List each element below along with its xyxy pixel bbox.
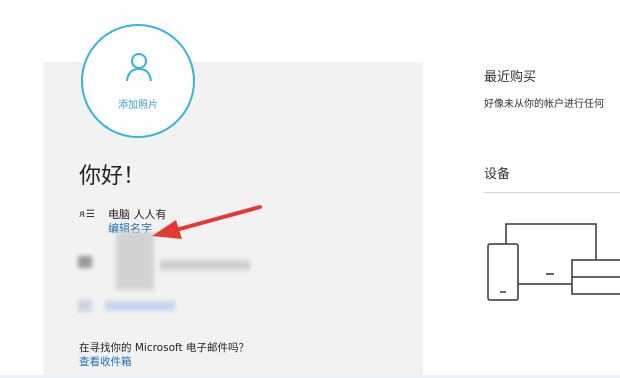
redacted-text [160, 260, 250, 270]
recent-purchases-title: 最近购买 [484, 70, 537, 85]
greeting-heading: 你好！ [79, 164, 146, 189]
section-divider [484, 192, 620, 193]
email-prompt: 在寻找你的 Microsoft 电子邮件吗？ [79, 342, 249, 354]
devices-title: 设备 [484, 167, 511, 182]
add-photo-label: 添加照片 [118, 100, 158, 111]
user-name-icon: ᴙ☰ [79, 209, 96, 220]
person-icon [126, 53, 152, 82]
redacted-icon [78, 256, 92, 268]
redacted-avatar [116, 232, 154, 290]
redacted-link [105, 301, 175, 311]
view-inbox-link[interactable]: 查看收件箱 [79, 354, 132, 369]
recent-purchases-description: 好像未从你的帐户进行任何 [484, 99, 604, 110]
add-photo-button[interactable]: 添加照片 [81, 24, 195, 138]
redacted-icon-2 [78, 300, 92, 312]
annotation-arrow [152, 205, 262, 239]
devices-illustration-icon [487, 223, 620, 301]
